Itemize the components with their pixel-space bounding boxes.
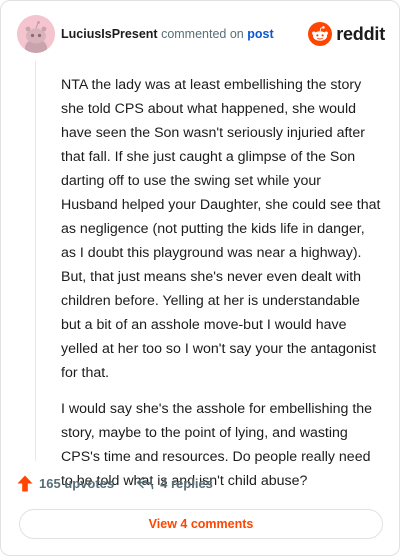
reddit-snoo-icon [308, 22, 333, 46]
comment-meta: LuciusIsPresent commented on post [61, 26, 274, 42]
comment-paragraph: NTA the lady was at least embellishing t… [61, 77, 381, 381]
comment-body: NTA the lady was at least embellishing t… [61, 73, 381, 505]
user-avatar[interactable] [17, 15, 55, 53]
view-comments-button[interactable]: View 4 comments [19, 509, 383, 539]
comment-header: LuciusIsPresent commented on post reddit [17, 15, 385, 53]
reply-arrow-icon [136, 476, 154, 490]
comment-verb: commented on [161, 27, 244, 41]
reddit-wordmark: reddit [336, 23, 385, 44]
thread-line [35, 61, 36, 461]
post-link[interactable]: post [247, 27, 273, 41]
reply-count: 4 replies [160, 475, 213, 491]
author-username[interactable]: LuciusIsPresent [61, 27, 158, 41]
snoo-avatar-icon [17, 15, 55, 53]
reddit-brand[interactable]: reddit [308, 21, 385, 47]
upvote-count: 165 upvotes [39, 475, 115, 491]
comment-card: LuciusIsPresent commented on post reddit… [0, 0, 400, 556]
upvote-arrow-icon [17, 475, 33, 491]
replies-button[interactable]: 4 replies [136, 476, 213, 491]
upvote-button[interactable]: 165 upvotes [17, 475, 114, 492]
comment-actions: 165 upvotes 4 replies [17, 471, 235, 495]
